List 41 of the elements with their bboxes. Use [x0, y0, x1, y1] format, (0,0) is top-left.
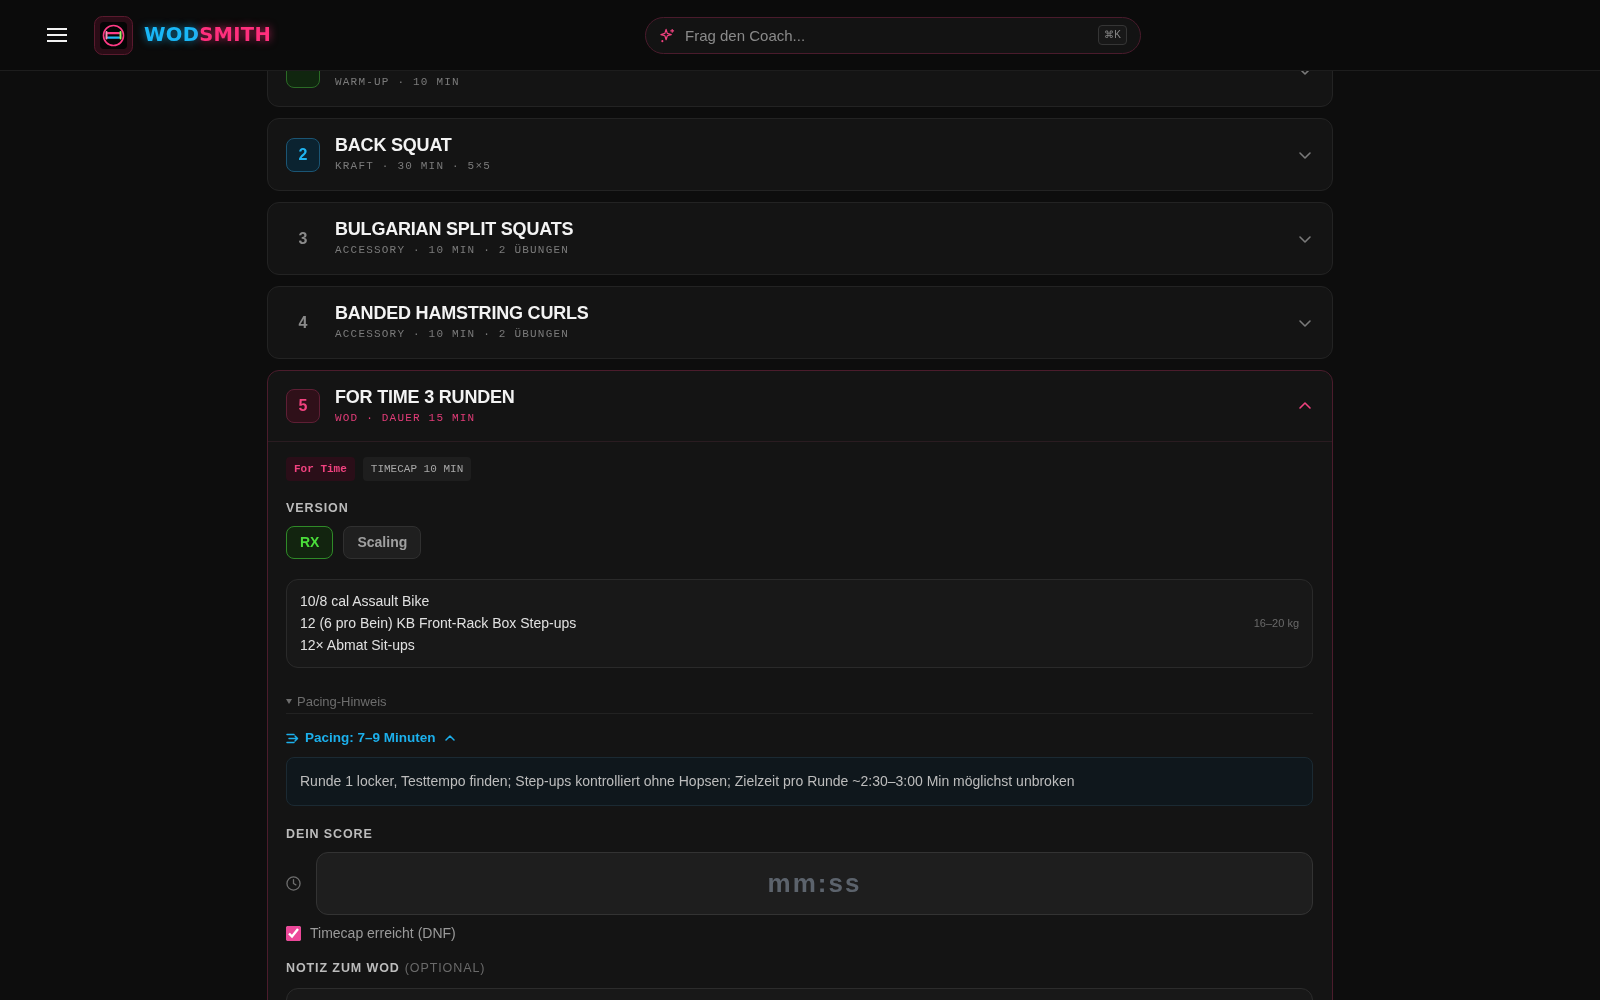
step-number: 3: [297, 228, 309, 249]
version-button[interactable]: RX: [286, 526, 334, 559]
caret-icon: [286, 699, 292, 704]
section-label: DEIN SCORE: [286, 826, 373, 842]
pacing-toggle[interactable]: Pacing: 7–9 Minuten: [286, 728, 455, 748]
sparkle-icon: [660, 27, 675, 43]
version-button[interactable]: Scaling: [343, 526, 422, 559]
section-label: NOTIZ ZUM WOD: [286, 960, 400, 976]
section-label: VERSION: [286, 500, 349, 516]
step-number: 4: [297, 312, 309, 333]
pacing-note: Runde 1 locker, Testtempo finden; Step-ups kontrolliert ohne Hopsen; Zielzeit pro Runde ~2:30–3:00 Min möglichst unbroken: [286, 757, 1313, 806]
shortcut-key: ⌘K: [1098, 25, 1127, 45]
search-bar[interactable]: Frag den Coach... ⌘K: [645, 16, 1141, 54]
format-tag: For Time: [286, 457, 355, 481]
speed-lines-icon: [286, 732, 299, 744]
movement-text: 12 (6 pro Bein) KB Front-Rack Box Step-ups: [300, 614, 577, 633]
checkbox-label[interactable]: Timecap erreicht (DNF): [310, 922, 456, 944]
section-title: BANDED HAMSTRING CURLS: [335, 303, 589, 324]
section-meta: ACCESSORY · 10 MIN · 2 ÜBUNGEN: [335, 327, 570, 342]
info-tag: TIMECAP 10 MIN: [362, 457, 472, 481]
section-meta: ACCESSORY · 10 MIN · 2 ÜBUNGEN: [335, 243, 570, 258]
clock-icon: [286, 876, 301, 891]
section-meta: KRAFT · 30 MIN · 5×5: [335, 159, 492, 174]
step-badge: 5: [286, 389, 320, 423]
section-meta: WOD · DAUER 15 MIN: [335, 410, 476, 426]
step-badge: 2: [286, 137, 320, 172]
dnf-checkbox[interactable]: [286, 925, 301, 941]
hint-toggle[interactable]: Pacing-Hinweis: [286, 692, 387, 711]
section-title: BULGARIAN SPLIT SQUATS: [335, 219, 574, 240]
movement-text: 12× Abmat Sit-ups: [300, 636, 415, 655]
movement-text: 10/8 cal Assault Bike: [300, 592, 430, 611]
logo-icon: [94, 15, 133, 55]
section-title: FOR TIME 3 RUNDEN: [335, 386, 515, 408]
logo-text: WODSMITH: [144, 23, 271, 47]
optional-hint: (OPTIONAL): [404, 960, 486, 976]
search-field[interactable]: Frag den Coach...: [685, 23, 1089, 47]
section-meta: WARM-UP · 10 MIN: [335, 75, 460, 90]
score-field[interactable]: mm:ss: [316, 852, 1313, 915]
menu-icon: [47, 28, 67, 42]
section-title: BACK SQUAT: [335, 135, 452, 156]
weight-text: 16–20 kg: [1253, 616, 1299, 631]
